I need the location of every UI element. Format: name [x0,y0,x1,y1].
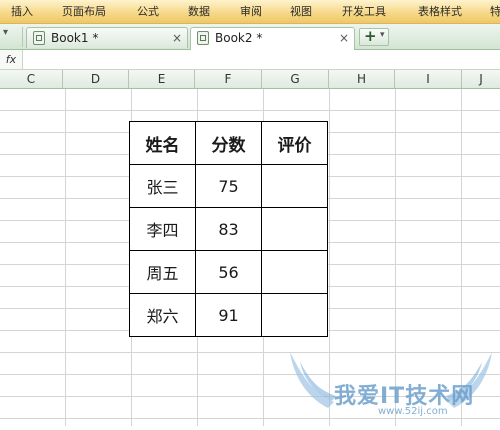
formula-input[interactable] [23,50,500,69]
score-table: 姓名 分数 评价 张三 75 李四 83 周五 56 郑六 91 [129,121,328,337]
doc-tab-label: Book2 * [215,31,263,45]
close-icon[interactable]: × [339,28,349,48]
name-cell[interactable]: 周五 [129,250,196,294]
rating-cell[interactable] [261,293,328,337]
plus-icon: + [364,27,377,45]
ribbon-tab-table-style[interactable]: 表格样式 [418,0,462,23]
rating-cell[interactable] [261,207,328,251]
ribbon-tab-review[interactable]: 审阅 [240,0,262,23]
new-tab-button[interactable]: + ▾ [359,27,389,46]
score-cell[interactable]: 91 [195,293,262,337]
ribbon-tab-special[interactable]: 特 [490,0,500,23]
ribbon-tab-insert[interactable]: 插入 [11,0,33,23]
ribbon-tab-bar: 插入 页面布局 公式 数据 审阅 视图 开发工具 表格样式 特 [0,0,500,24]
spreadsheet-icon [197,31,209,45]
column-header-row: C D E F G H I J [0,70,500,89]
name-cell[interactable]: 李四 [129,207,196,251]
document-tab-bar: ▾ Book1 * × Book2 * × + ▾ [0,24,500,50]
ribbon-tab-page-layout[interactable]: 页面布局 [62,0,106,23]
score-cell[interactable]: 75 [195,164,262,208]
score-cell[interactable]: 83 [195,207,262,251]
column-header-g[interactable]: G [262,70,329,88]
column-header-f[interactable]: F [195,70,262,88]
table-row: 郑六 91 [129,293,328,337]
table-header-row: 姓名 分数 评价 [129,121,328,165]
column-header-i[interactable]: I [395,70,462,88]
column-header-h[interactable]: H [329,70,395,88]
ribbon-tab-developer[interactable]: 开发工具 [342,0,386,23]
close-icon[interactable]: × [172,28,182,48]
rating-cell[interactable] [261,164,328,208]
doc-tab-book1[interactable]: Book1 * × [26,27,188,48]
column-header-e[interactable]: E [129,70,195,88]
table-row: 李四 83 [129,207,328,251]
name-cell[interactable]: 郑六 [129,293,196,337]
watermark-url: www.52ij.com [378,406,448,417]
score-cell[interactable]: 56 [195,250,262,294]
ribbon-tab-data[interactable]: 数据 [188,0,210,23]
doc-tab-book2[interactable]: Book2 * × [190,27,355,50]
header-cell-rating[interactable]: 评价 [261,121,328,165]
column-header-d[interactable]: D [63,70,129,88]
header-cell-score[interactable]: 分数 [195,121,262,165]
formula-bar: fx [0,50,500,70]
chevron-down-icon[interactable]: ▾ [380,30,385,40]
header-cell-name[interactable]: 姓名 [129,121,196,165]
tab-list-button[interactable]: ▾ [0,27,23,47]
column-header-j[interactable]: J [462,70,500,88]
spreadsheet-icon [33,31,45,45]
ribbon-tab-formulas[interactable]: 公式 [137,0,159,23]
table-row: 张三 75 [129,164,328,208]
chevron-down-icon: ▾ [3,27,9,38]
function-icon[interactable]: fx [0,50,23,69]
rating-cell[interactable] [261,250,328,294]
ribbon-tab-view[interactable]: 视图 [290,0,312,23]
doc-tab-label: Book1 * [51,31,99,45]
column-header-c[interactable]: C [0,70,63,88]
table-row: 周五 56 [129,250,328,294]
watermark: 我爱IT技术网 www.52ij.com [282,346,500,426]
name-cell[interactable]: 张三 [129,164,196,208]
